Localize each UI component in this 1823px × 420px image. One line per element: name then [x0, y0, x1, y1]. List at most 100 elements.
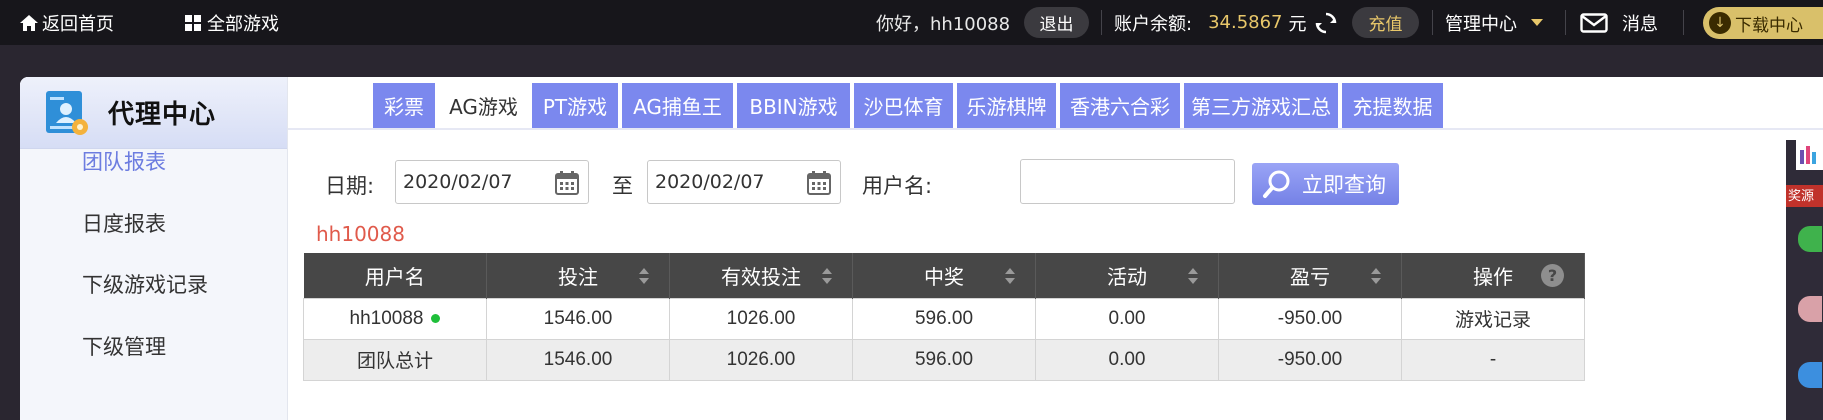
cell-actions: - [1401, 338, 1585, 381]
table-row: hh10088 1546.00 1026.00 596.00 0.00 -950… [303, 297, 1585, 340]
download-icon: ↓ [1709, 12, 1731, 34]
sort-icon[interactable] [822, 268, 832, 284]
sort-icon[interactable] [639, 268, 649, 284]
online-status-dot-icon [431, 313, 441, 323]
mail-icon [1580, 12, 1608, 33]
sidebar: 代理中心 团队报表 日度报表 下级游戏记录 下级管理 [20, 77, 288, 420]
all-games-link[interactable]: 全部游戏 [185, 0, 279, 45]
chat-icon[interactable] [1798, 226, 1822, 252]
cell-winnings: 596.00 [852, 297, 1036, 340]
cell-bet: 1546.00 [486, 338, 670, 381]
column-header-username: 用户名 [303, 253, 487, 298]
cell-username: hh10088 [303, 297, 487, 340]
top-bar: 返回首页 全部游戏 你好，hh10088 退出 账户余额: 34.5867 元 … [0, 0, 1823, 45]
sidebar-header: 代理中心 [20, 77, 287, 149]
refresh-balance-button[interactable] [1314, 0, 1338, 45]
divider [1101, 10, 1102, 35]
tab-pt-games[interactable]: PT游戏 [532, 83, 618, 128]
messages-link[interactable]: 消息 [1580, 0, 1658, 45]
divider [1432, 10, 1433, 35]
calendar-icon[interactable] [807, 171, 831, 195]
date-from-value: 2020/02/07 [403, 171, 513, 193]
date-to-field[interactable]: 2020/02/07 [647, 160, 841, 204]
cell-valid-bet: 1026.00 [669, 297, 853, 340]
manage-center-label: 管理中心 [1445, 13, 1517, 35]
help-icon[interactable]: ? [1541, 264, 1564, 287]
agent-center-panel: 代理中心 团队报表 日度报表 下级游戏记录 下级管理 彩票 AG游戏 PT游戏 … [20, 77, 1823, 420]
date-to-value: 2020/02/07 [655, 171, 765, 193]
tab-third-party-summary[interactable]: 第三方游戏汇总 [1184, 83, 1338, 128]
tab-lottery[interactable]: 彩票 [373, 83, 435, 128]
sidebar-item-subordinate-game-records[interactable]: 下级游戏记录 [82, 269, 208, 299]
grid-icon [185, 14, 201, 31]
chevron-down-icon [1531, 19, 1543, 26]
game-records-link[interactable]: 游戏记录 [1401, 297, 1585, 340]
team-report-table: 用户名 投注 有效投注 中奖 活动 盈亏 操作? hh10088 1546.00… [303, 253, 1585, 381]
tab-deposit-withdraw-data[interactable]: 充提数据 [1342, 83, 1443, 128]
customer-service-icon[interactable] [1798, 296, 1822, 322]
column-header-valid-bet[interactable]: 有效投注 [669, 253, 853, 298]
tab-ag-games[interactable]: AG游戏 [439, 83, 528, 128]
search-icon [1263, 170, 1290, 198]
cell-bet: 1546.00 [486, 297, 670, 340]
game-tabs: 彩票 AG游戏 PT游戏 AG捕鱼王 BBIN游戏 沙巴体育 乐游棋牌 香港六合… [373, 83, 1447, 128]
balance: 账户余额: 34.5867 元 [1114, 0, 1307, 45]
recharge-button[interactable]: 充值 [1352, 7, 1419, 38]
home-label: 返回首页 [42, 13, 114, 35]
balance-value: 34.5867 [1208, 12, 1283, 33]
column-header-actions: 操作? [1401, 253, 1585, 298]
download-center-label: 下载中心 [1735, 15, 1803, 36]
contact-icon[interactable] [1798, 362, 1822, 388]
balance-unit: 元 [1288, 13, 1307, 35]
greeting: 你好，hh10088 [876, 13, 1011, 35]
refresh-icon [1315, 12, 1337, 33]
cell-winnings: 596.00 [852, 338, 1036, 381]
cell-activity: 0.00 [1035, 338, 1219, 381]
date-label: 日期: [325, 174, 375, 198]
column-header-winnings[interactable]: 中奖 [852, 253, 1036, 298]
sidebar-item-daily-report[interactable]: 日度报表 [82, 208, 166, 238]
tab-hk-mark-six[interactable]: 香港六合彩 [1060, 83, 1180, 128]
side-tag[interactable]: 奖源 [1786, 185, 1823, 207]
cell-profit-loss: -950.00 [1218, 338, 1402, 381]
divider [1683, 10, 1684, 35]
cell-valid-bet: 1026.00 [669, 338, 853, 381]
cell-activity: 0.00 [1035, 297, 1219, 340]
home-link[interactable]: 返回首页 [20, 0, 114, 45]
cell-profit-loss: -950.00 [1218, 297, 1402, 340]
current-username: hh10088 [316, 222, 405, 246]
tab-divider [288, 128, 1823, 130]
sort-icon[interactable] [1005, 268, 1015, 284]
sidebar-item-subordinate-management[interactable]: 下级管理 [82, 331, 166, 361]
tab-saba-sports[interactable]: 沙巴体育 [854, 83, 953, 128]
tab-bbin-games[interactable]: BBIN游戏 [737, 83, 850, 128]
table-header-row: 用户名 投注 有效投注 中奖 活动 盈亏 操作? [303, 253, 1585, 298]
calendar-icon[interactable] [555, 171, 579, 195]
tab-ag-fishing[interactable]: AG捕鱼王 [622, 83, 733, 128]
home-icon [20, 14, 38, 31]
date-from-field[interactable]: 2020/02/07 [395, 160, 589, 204]
tab-leyou-chess[interactable]: 乐游棋牌 [957, 83, 1056, 128]
to-label: 至 [612, 174, 633, 198]
query-button-label: 立即查询 [1302, 173, 1386, 197]
manage-center-dropdown[interactable]: 管理中心 [1445, 0, 1543, 45]
download-center-button[interactable]: ↓ 下载中心 [1703, 7, 1823, 39]
cell-username: 团队总计 [303, 338, 487, 381]
all-games-label: 全部游戏 [207, 13, 279, 35]
sort-icon[interactable] [1188, 268, 1198, 284]
balance-label: 账户余额: [1114, 13, 1193, 35]
brand-icon [1796, 140, 1823, 170]
agent-card-icon [46, 90, 88, 135]
sort-icon[interactable] [1371, 268, 1381, 284]
sidebar-title: 代理中心 [108, 100, 217, 130]
username-input[interactable] [1020, 159, 1235, 204]
column-header-bet[interactable]: 投注 [486, 253, 670, 298]
sidebar-item-team-report[interactable]: 团队报表 [82, 146, 166, 176]
messages-label: 消息 [1622, 13, 1658, 35]
username-label: 用户名: [862, 174, 933, 198]
query-button[interactable]: 立即查询 [1252, 163, 1399, 205]
column-header-activity[interactable]: 活动 [1035, 253, 1219, 298]
divider [1565, 10, 1566, 35]
logout-button[interactable]: 退出 [1024, 7, 1089, 38]
column-header-profit-loss[interactable]: 盈亏 [1218, 253, 1402, 298]
